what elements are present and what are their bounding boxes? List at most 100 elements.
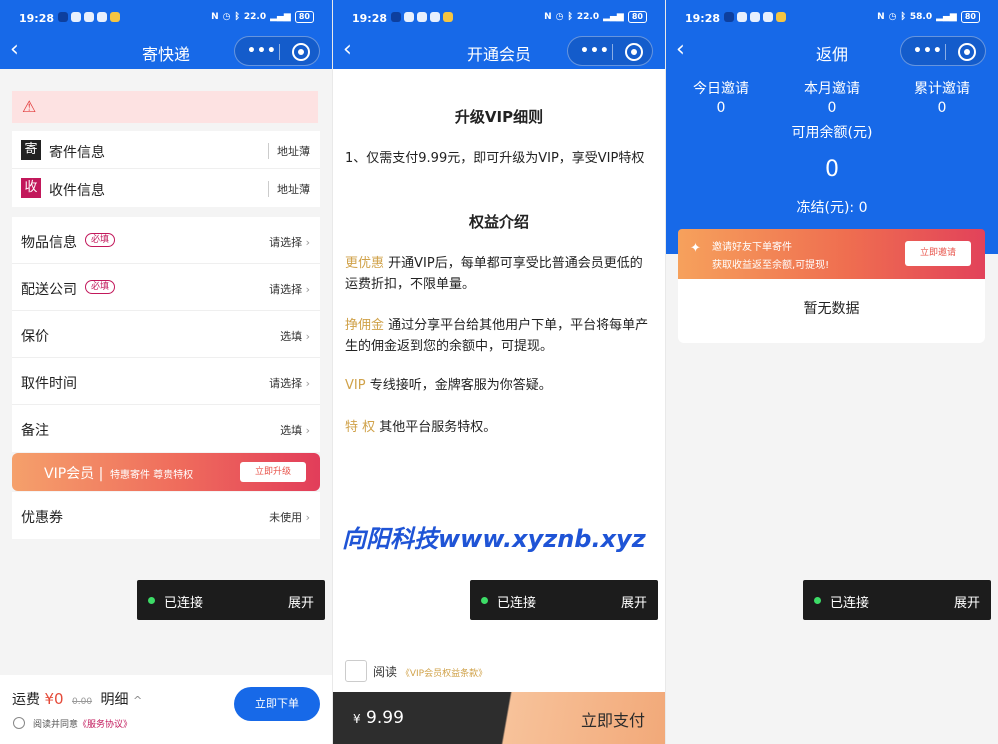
connected-dot-icon <box>148 597 155 604</box>
form-row-insurance[interactable]: 保价 选填 <box>12 311 320 358</box>
form-row-coupon[interactable]: 优惠券 未使用 <box>12 492 320 539</box>
mini-program-capsule: ••• <box>900 36 986 66</box>
close-target-icon[interactable] <box>625 43 643 61</box>
receiver-label: 收件信息 <box>49 183 105 199</box>
send-express-screen: 19:28 N ◷ ᛒ 22.0 ▂▄▆ 80 ‹ 寄快递 ••• ⚠ 寄 寄件… <box>0 0 332 744</box>
order-form: 物品信息 必填 请选择 配送公司 必填 请选择 保价 选填 取件时间 请选择 备… <box>12 217 320 452</box>
sender-badge: 寄 <box>21 140 41 160</box>
frozen-amount: 冻结(元): 0 <box>796 200 868 216</box>
coupon-card: 优惠券 未使用 <box>12 492 320 539</box>
form-row-pickup-time[interactable]: 取件时间 请选择 <box>12 358 320 405</box>
invite-button[interactable]: 立即邀请 <box>905 241 971 266</box>
benefit-key: VIP <box>345 378 366 393</box>
connection-toast: 已连接 展开 <box>137 580 325 620</box>
invite-title: 邀请好友下单寄件 <box>712 242 792 253</box>
order-footer: 运费 ¥0 0.00 明细 ^ 阅读并同意《服务协议》 立即下单 <box>0 675 332 744</box>
system-icons: N ◷ ᛒ 22.0 ▂▄▆ 80 <box>211 11 314 23</box>
vip-terms-link[interactable]: 《VIP会员权益条款》 <box>401 669 487 679</box>
alarm-icon: ◷ <box>888 12 897 22</box>
form-value: 请选择 <box>269 281 310 297</box>
pay-now-button[interactable]: 立即支付 <box>581 707 645 731</box>
stat-value: 0 <box>937 100 947 116</box>
sender-label: 寄件信息 <box>49 145 105 161</box>
nfc-icon: N <box>877 12 885 22</box>
battery-icon: 80 <box>960 11 980 23</box>
close-target-icon[interactable] <box>958 43 976 61</box>
nav-bar: ‹ 开通会员 ••• <box>333 36 665 69</box>
bluetooth-icon: ᛒ <box>234 12 240 22</box>
nav-bar: ‹ 返佣 ••• <box>666 36 998 69</box>
stat-label: 本月邀请 <box>804 81 860 97</box>
expand-button[interactable]: 展开 <box>621 592 647 611</box>
form-label: 取件时间 <box>21 376 77 392</box>
receiver-badge: 收 <box>21 178 41 198</box>
stat-label: 今日邀请 <box>693 81 749 97</box>
service-agreement-link[interactable]: 《服务协议》 <box>78 720 132 730</box>
benefit-text: 其他平台服务特权。 <box>379 420 497 435</box>
notification-icons <box>391 12 453 22</box>
more-icon[interactable]: ••• <box>913 43 943 59</box>
rules-text: 1、仅需支付9.99元，即可升级为VIP，享受VIP特权 <box>345 151 645 166</box>
agree-checkbox[interactable] <box>345 660 367 682</box>
place-order-button[interactable]: 立即下单 <box>234 687 320 721</box>
form-label: 备注 <box>21 423 49 439</box>
upgrade-button[interactable]: 立即升级 <box>240 462 306 482</box>
stat-today: 今日邀请 0 <box>666 80 776 118</box>
battery-icon: 80 <box>627 11 647 23</box>
connected-dot-icon <box>481 597 488 604</box>
net-speed: 22.0 <box>243 12 267 22</box>
sender-address-book-link[interactable]: 地址薄 <box>268 143 310 159</box>
notification-icons <box>724 12 786 22</box>
stat-label: 累计邀请 <box>914 81 970 97</box>
chevron-up-icon[interactable]: ^ <box>133 694 142 707</box>
fee-detail-link[interactable]: 明细 <box>101 692 129 708</box>
bluetooth-icon: ᛒ <box>567 12 573 22</box>
alert-banner: ⚠ <box>12 91 318 123</box>
stat-value: 0 <box>716 100 726 116</box>
receiver-info-row[interactable]: 收 收件信息 地址薄 <box>12 169 320 207</box>
coupon-label: 优惠券 <box>21 510 63 526</box>
more-icon[interactable]: ••• <box>247 43 277 59</box>
form-row-goods[interactable]: 物品信息 必填 请选择 <box>12 217 320 264</box>
commission-summary: 今日邀请 0 本月邀请 0 累计邀请 0 可用余额(元) 0 冻结(元): 0 <box>666 69 998 254</box>
form-row-remark[interactable]: 备注 选填 <box>12 405 320 452</box>
benefit-item: 特 权 其他平台服务特权。 <box>345 417 655 438</box>
receiver-address-book-link[interactable]: 地址薄 <box>268 181 310 197</box>
status-time: 19:28 <box>685 12 721 25</box>
bluetooth-icon: ᛒ <box>900 12 906 22</box>
nav-bar: ‹ 寄快递 ••• <box>0 36 332 69</box>
battery-icon: 80 <box>294 11 314 23</box>
connection-status: 已连接 <box>497 596 537 611</box>
expand-button[interactable]: 展开 <box>954 592 980 611</box>
expand-button[interactable]: 展开 <box>288 592 314 611</box>
system-icons: N ◷ ᛒ 58.0 ▂▄▆ 80 <box>877 11 980 23</box>
invite-banner: ✦ 邀请好友下单寄件 获取收益返至余额,可提现! 立即邀请 <box>678 229 985 279</box>
form-label: 保价 <box>21 329 49 345</box>
agreement-text: 阅读并同意《服务协议》 <box>33 720 133 730</box>
agreement-text: 阅读 《VIP会员权益条款》 <box>373 665 488 679</box>
stat-month: 本月邀请 0 <box>777 80 887 118</box>
invite-subtitle: 获取收益返至余额,可提现! <box>712 260 830 271</box>
more-icon[interactable]: ••• <box>580 43 610 59</box>
benefit-text: 通过分享平台给其他用户下单，平台将每单产生的佣金返到您的余额中，可提现。 <box>345 318 649 354</box>
warning-icon: ⚠ <box>22 97 37 116</box>
form-row-courier[interactable]: 配送公司 必填 请选择 <box>12 264 320 311</box>
sender-info-row[interactable]: 寄 寄件信息 地址薄 <box>12 131 320 169</box>
fee-original: 0.00 <box>72 697 93 707</box>
coupon-value: 未使用 <box>269 509 310 525</box>
agree-radio[interactable] <box>13 717 25 729</box>
form-value: 选填 <box>280 422 310 438</box>
benefit-key: 更优惠 <box>345 256 385 271</box>
connection-status: 已连接 <box>164 596 204 611</box>
close-target-icon[interactable] <box>292 43 310 61</box>
benefit-item: 挣佣金 通过分享平台给其他用户下单，平台将每单产生的佣金返到您的余额中，可提现。 <box>345 315 655 357</box>
address-card: 寄 寄件信息 地址薄 收 收件信息 地址薄 <box>12 131 320 207</box>
connected-dot-icon <box>814 597 821 604</box>
mini-program-capsule: ••• <box>234 36 320 66</box>
commission-screen: 19:28 N ◷ ᛒ 58.0 ▂▄▆ 80 ‹ 返佣 ••• 今日邀请 0 … <box>666 0 998 744</box>
balance-label: 可用余额(元) <box>791 125 873 141</box>
pay-bar: ¥ 9.99 立即支付 <box>333 692 665 744</box>
status-time: 19:28 <box>352 12 388 25</box>
vip-name: VIP会员 | <box>44 466 104 482</box>
net-speed: 22.0 <box>576 12 600 22</box>
